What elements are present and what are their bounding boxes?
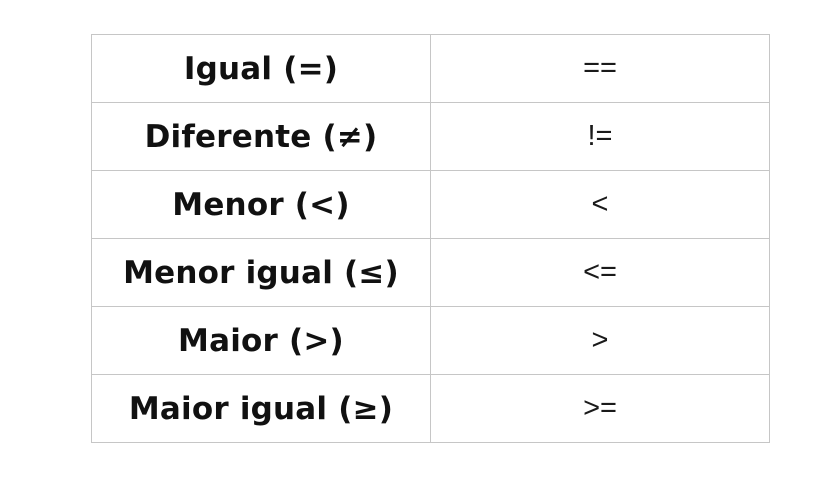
page: Igual (=) == Diferente (≠) != Menor (<) …: [0, 0, 837, 496]
table-row: Menor igual (≤) <=: [91, 238, 770, 307]
operator-symbol-cell: >: [430, 306, 770, 375]
table-row: Maior (>) >: [91, 306, 770, 375]
operator-symbol-cell: <=: [430, 238, 770, 307]
operator-name-cell: Maior igual (≥): [91, 374, 431, 443]
operator-name-cell: Igual (=): [91, 34, 431, 103]
operator-name-cell: Diferente (≠): [91, 102, 431, 171]
operator-name-cell: Menor igual (≤): [91, 238, 431, 307]
operator-symbol-cell: ==: [430, 34, 770, 103]
operator-symbol-cell: !=: [430, 102, 770, 171]
operator-name-cell: Menor (<): [91, 170, 431, 239]
operator-name-cell: Maior (>): [91, 306, 431, 375]
operator-symbol-cell: >=: [430, 374, 770, 443]
table-row: Igual (=) ==: [91, 34, 770, 103]
operator-symbol-cell: <: [430, 170, 770, 239]
comparison-operators-table: Igual (=) == Diferente (≠) != Menor (<) …: [91, 34, 770, 443]
table-row: Menor (<) <: [91, 170, 770, 239]
table-row: Diferente (≠) !=: [91, 102, 770, 171]
table-row: Maior igual (≥) >=: [91, 374, 770, 443]
